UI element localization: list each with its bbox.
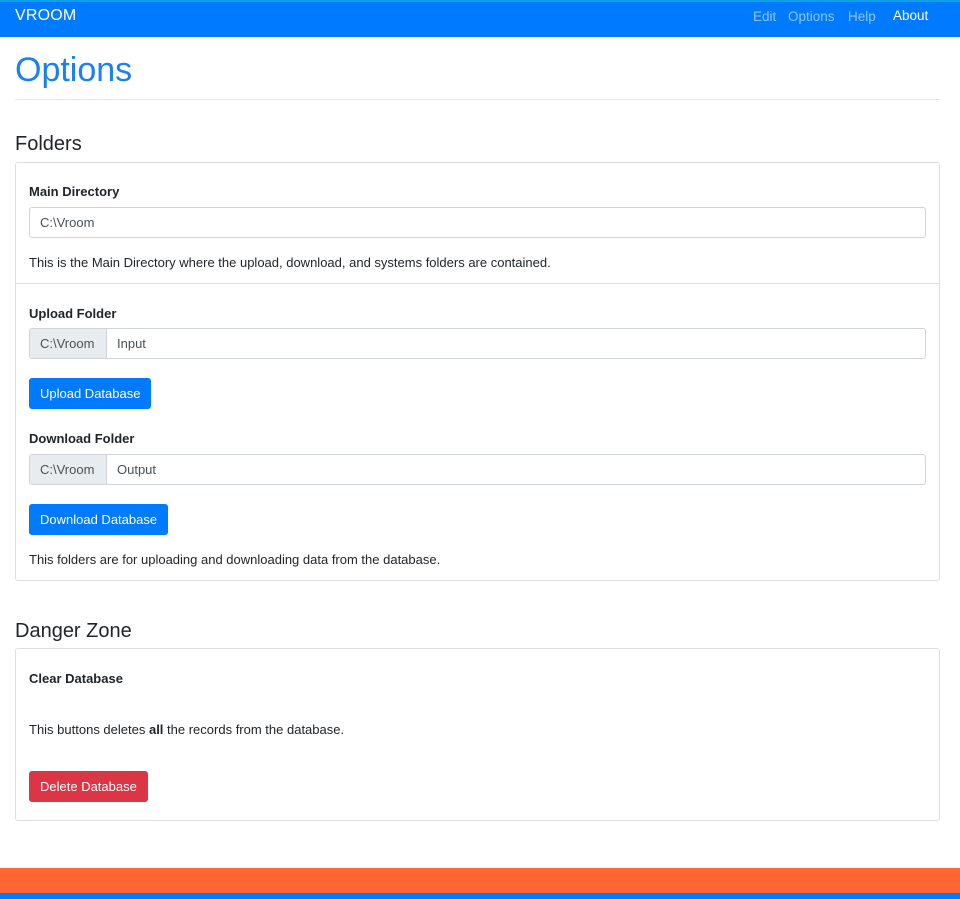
nav-link-options[interactable]: Options <box>788 9 835 24</box>
danger-zone-card: Clear Database This buttons deletes all … <box>15 648 940 821</box>
main-directory-input[interactable] <box>29 207 926 238</box>
main-directory-help: This is the Main Directory where the upl… <box>29 255 551 270</box>
folders-heading: Folders <box>15 133 82 155</box>
download-folder-label: Download Folder <box>29 431 135 446</box>
folders-help-text: This folders are for uploading and downl… <box>29 552 441 567</box>
footer-accent-bar <box>0 868 960 893</box>
download-folder-input[interactable]: Output <box>117 462 156 477</box>
main-directory-label: Main Directory <box>29 184 120 199</box>
upload-folder-input[interactable]: Input <box>117 336 146 351</box>
clear-help-text-end: the records from the database. <box>163 722 345 737</box>
danger-zone-heading: Danger Zone <box>15 620 132 642</box>
nav-link-edit[interactable]: Edit <box>753 9 776 24</box>
download-folder-prefix: C:\Vroom <box>30 455 107 484</box>
upload-database-button[interactable]: Upload Database <box>29 378 152 409</box>
upload-folder-label: Upload Folder <box>29 306 117 321</box>
clear-help-text-start: This buttons deletes <box>29 722 149 737</box>
brand-logo-text[interactable]: VROOM <box>15 7 76 25</box>
delete-database-button[interactable]: Delete Database <box>29 771 148 802</box>
upload-folder-input-group: C:\Vroom Input <box>29 328 926 359</box>
card-section-divider <box>16 283 939 284</box>
download-folder-input-group: C:\Vroom Output <box>29 454 926 485</box>
top-navbar: VROOM Edit Options Help About <box>0 0 960 37</box>
upload-folder-prefix: C:\Vroom <box>30 329 107 358</box>
page-title: Options <box>15 51 133 89</box>
download-database-button[interactable]: Download Database <box>29 504 169 535</box>
folders-card: Main Directory This is the Main Director… <box>15 162 940 581</box>
clear-database-help: This buttons deletes all the records fro… <box>29 722 344 737</box>
title-divider <box>15 99 940 100</box>
footer-bar <box>0 893 960 899</box>
nav-link-help[interactable]: Help <box>848 9 876 24</box>
clear-help-emphasis: all <box>148 722 164 737</box>
clear-database-label: Clear Database <box>29 671 123 686</box>
nav-link-about[interactable]: About <box>893 8 928 23</box>
